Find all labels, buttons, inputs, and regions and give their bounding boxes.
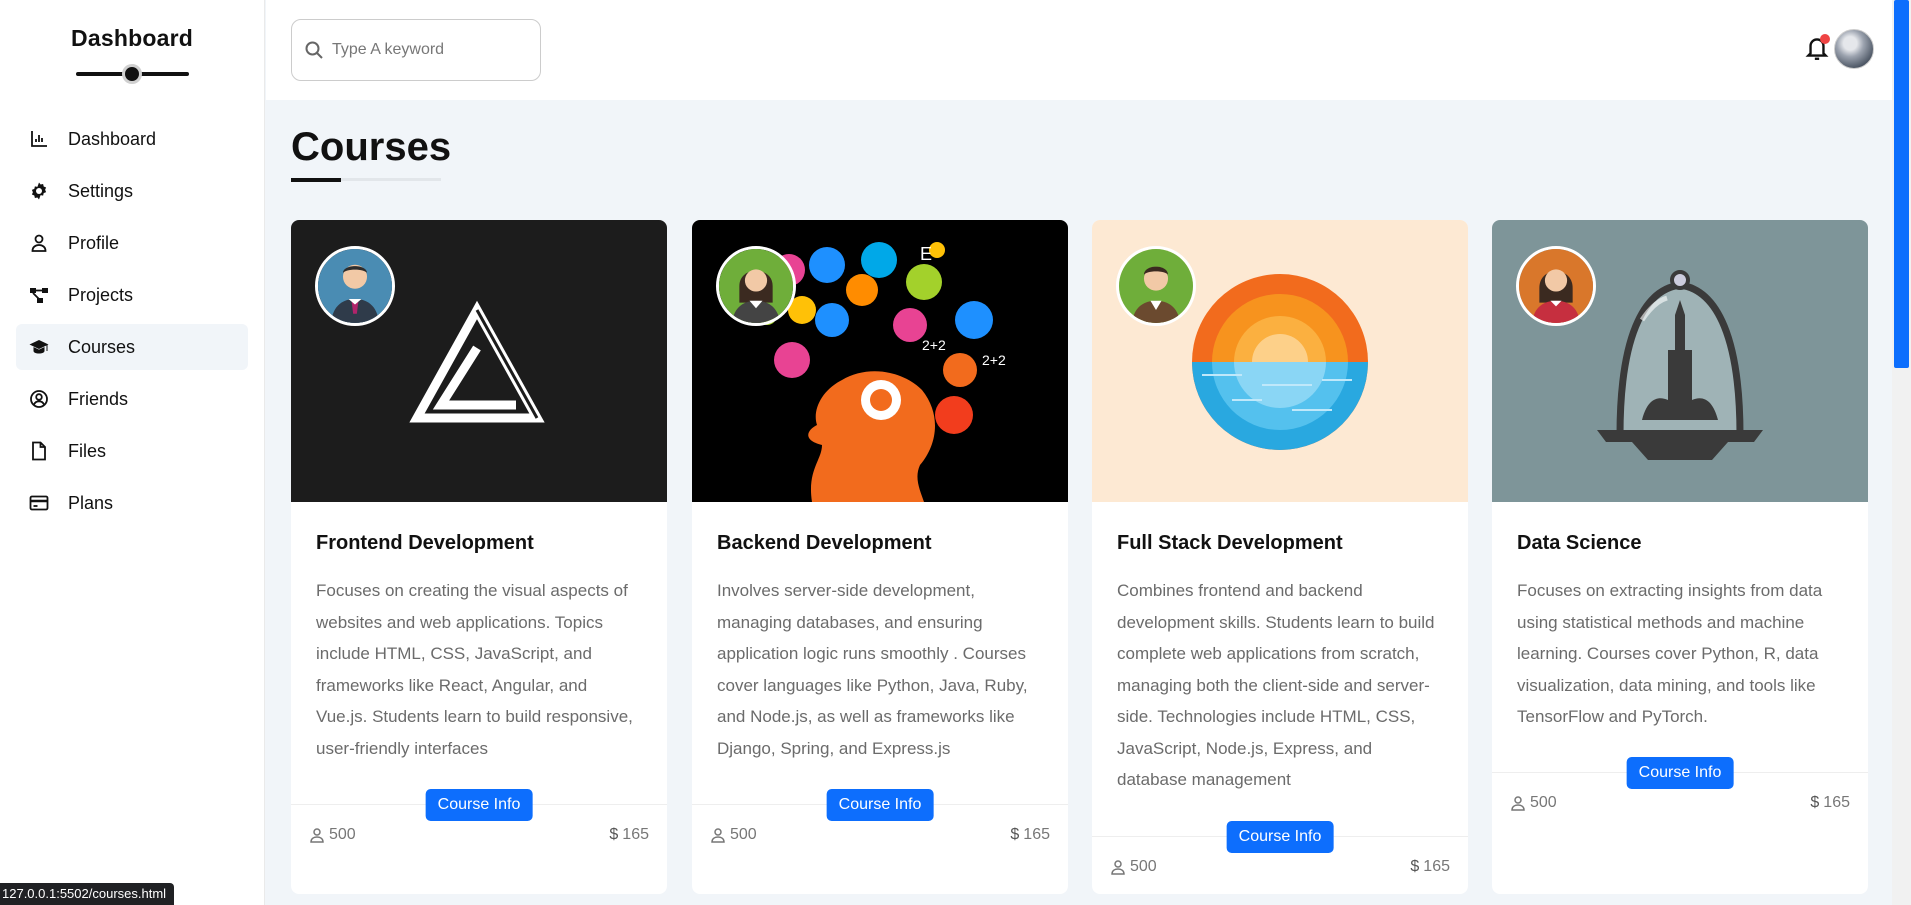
sidebar-item-friends[interactable]: Friends (16, 376, 248, 422)
user-icon (310, 828, 324, 843)
price-value: 165 (1423, 858, 1450, 875)
user-icon (711, 828, 725, 843)
students-value: 500 (1130, 858, 1157, 875)
course-title: Full Stack Development (1117, 532, 1343, 554)
course-image (1492, 220, 1868, 502)
course-title: Frontend Development (316, 532, 534, 554)
user-icon (28, 232, 50, 254)
course-card: Full Stack Development Combines frontend… (1092, 220, 1468, 894)
course-description: Involves server-side development, managi… (717, 581, 1028, 758)
students-value: 500 (730, 826, 757, 843)
dollar-icon: $ (1410, 858, 1420, 875)
course-image: 2+2 2+2 E (692, 220, 1068, 502)
students-count: 500 (1110, 858, 1157, 876)
sidebar-item-label: Dashboard (68, 128, 157, 149)
course-price: $ 165 (609, 826, 649, 844)
course-description: Combines frontend and backend developmen… (1117, 581, 1435, 789)
instructor-avatar (315, 246, 395, 326)
course-title: Data Science (1517, 532, 1642, 554)
course-info-button[interactable]: Course Info (425, 789, 533, 821)
diagram-project-icon (28, 284, 50, 306)
notification-button[interactable] (1804, 34, 1830, 62)
course-image (1092, 220, 1468, 502)
course-card: Data Science Focuses on extracting insig… (1492, 220, 1868, 894)
course-card: 2+2 2+2 E Backend Development Involves s… (692, 220, 1068, 894)
sidebar-item-label: Friends (68, 388, 129, 409)
gear-icon (28, 180, 50, 202)
sidebar-item-label: Courses (68, 336, 136, 357)
sidebar-title: Dashboard (71, 25, 193, 51)
top-header (266, 0, 1892, 100)
brand-dot (122, 64, 142, 84)
students-value: 500 (329, 826, 356, 843)
sidebar-item-label: Settings (68, 180, 134, 201)
graduation-cap-icon (28, 336, 50, 358)
credit-card-icon (28, 492, 50, 514)
course-footer: Course Info 500 $ 165 (1092, 821, 1468, 894)
instructor-avatar (1516, 246, 1596, 326)
chart-line-icon (28, 128, 50, 150)
search-icon (305, 41, 323, 59)
dollar-icon: $ (1010, 826, 1020, 843)
course-price: $ 165 (1810, 794, 1850, 812)
sidebar-item-dashboard[interactable]: Dashboard (16, 116, 248, 162)
price-value: 165 (622, 826, 649, 843)
sidebar-nav: Dashboard Settings Profile Projects Cour… (0, 116, 264, 526)
sidebar: Dashboard Dashboard Settings Profile Pro… (0, 0, 265, 905)
sidebar-item-label: Projects (68, 284, 134, 305)
sidebar-item-label: Profile (68, 232, 120, 253)
price-value: 165 (1823, 794, 1850, 811)
students-count: 500 (710, 826, 757, 844)
sidebar-item-plans[interactable]: Plans (16, 480, 248, 526)
dollar-icon: $ (1810, 794, 1820, 811)
price-value: 165 (1023, 826, 1050, 843)
sidebar-item-projects[interactable]: Projects (16, 272, 248, 318)
search-input[interactable] (332, 41, 532, 59)
course-footer: Course Info 500 $ 165 (1492, 757, 1868, 894)
students-count: 500 (309, 826, 356, 844)
brand: Dashboard (0, 0, 264, 84)
file-icon (28, 440, 50, 462)
page-title: Courses (291, 125, 452, 169)
user-icon (1111, 860, 1125, 875)
sidebar-item-label: Plans (68, 492, 114, 513)
course-info-button[interactable]: Course Info (1226, 821, 1334, 853)
course-card: Frontend Development Focuses on creating… (291, 220, 667, 894)
course-price: $ 165 (1010, 826, 1050, 844)
course-description: Focuses on extracting insights from data… (1517, 581, 1823, 726)
brand-underline (75, 64, 189, 84)
sidebar-item-profile[interactable]: Profile (16, 220, 248, 266)
circle-user-icon (28, 388, 50, 410)
course-info-button[interactable]: Course Info (826, 789, 934, 821)
svg-text:E: E (920, 244, 932, 264)
user-icon (1511, 796, 1525, 811)
sidebar-item-label: Files (68, 440, 107, 461)
instructor-avatar (716, 246, 796, 326)
svg-text:2+2: 2+2 (982, 352, 1006, 368)
sidebar-item-settings[interactable]: Settings (16, 168, 248, 214)
course-title: Backend Development (717, 532, 932, 554)
page-scrollbar[interactable] (1892, 0, 1911, 905)
students-value: 500 (1530, 794, 1557, 811)
search-box[interactable] (291, 19, 541, 81)
course-description: Focuses on creating the visual aspects o… (316, 581, 633, 758)
user-avatar[interactable] (1834, 29, 1874, 69)
title-underline (291, 178, 441, 182)
dollar-icon: $ (609, 826, 619, 843)
course-info-button[interactable]: Course Info (1626, 757, 1734, 789)
course-price: $ 165 (1410, 858, 1450, 876)
scrollbar-thumb[interactable] (1894, 0, 1909, 368)
students-count: 500 (1510, 794, 1557, 812)
course-image (291, 220, 667, 502)
course-footer: Course Info 500 $ 165 (291, 789, 667, 894)
svg-text:2+2: 2+2 (922, 337, 946, 353)
sidebar-item-courses[interactable]: Courses (16, 324, 248, 370)
browser-status-url: 127.0.0.1:5502/courses.html (0, 883, 175, 905)
instructor-avatar (1116, 246, 1196, 326)
notification-dot (1820, 34, 1830, 44)
sidebar-item-files[interactable]: Files (16, 428, 248, 474)
course-footer: Course Info 500 $ 165 (692, 789, 1068, 894)
